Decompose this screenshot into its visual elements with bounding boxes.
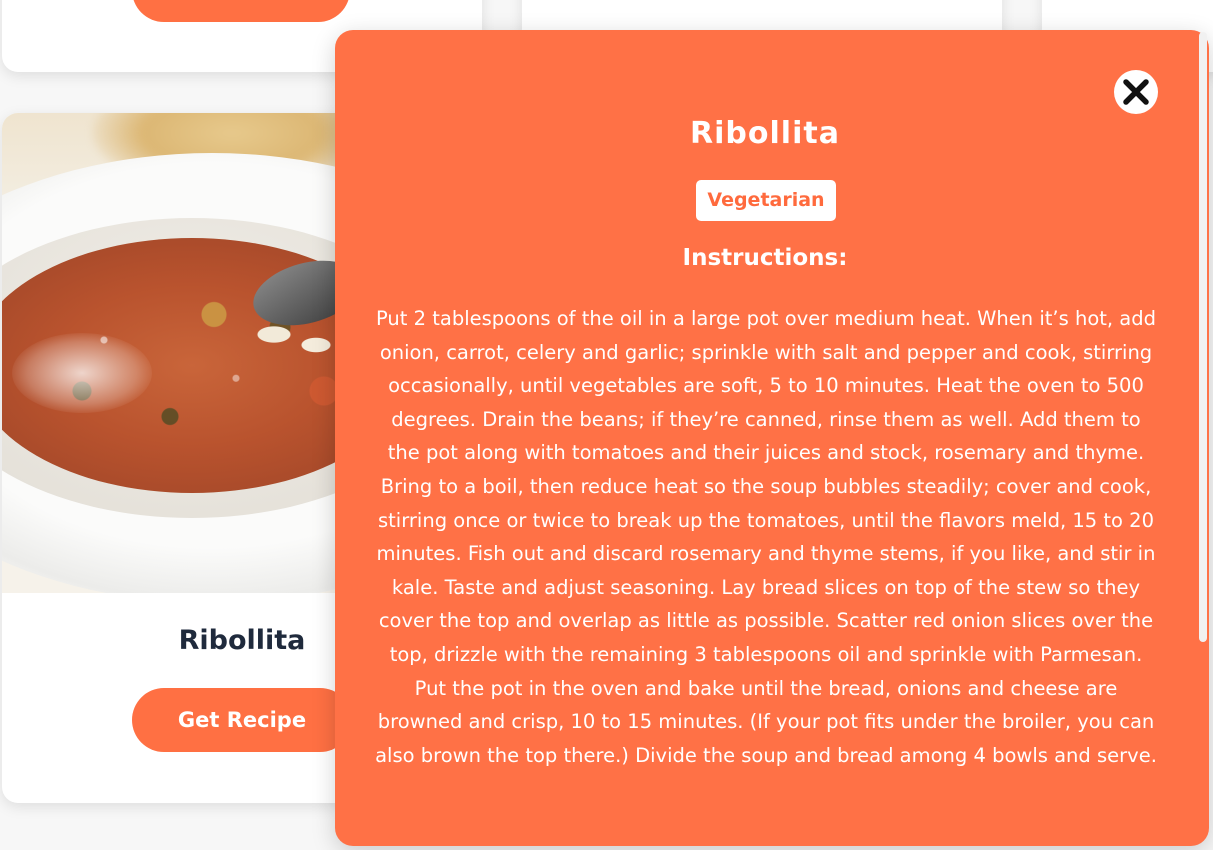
category-badge: Vegetarian [696, 180, 836, 221]
get-recipe-button[interactable]: Get Recipe [132, 688, 352, 752]
instructions-heading: Instructions: [682, 245, 848, 271]
recipe-modal: Ribollita Vegetarian Instructions: Put 2… [335, 30, 1209, 846]
close-icon [1123, 79, 1149, 105]
instructions-text: Put 2 tablespoons of the oil in a large … [375, 307, 1157, 767]
parmesan-topping [12, 333, 152, 413]
scrollbar-thumb[interactable] [1199, 32, 1207, 642]
get-recipe-button-top-left[interactable] [132, 0, 350, 22]
recipe-page: Ribollita Get Recipe Ribollita Vegetaria… [0, 0, 1213, 850]
close-button[interactable] [1114, 70, 1158, 114]
modal-title: Ribollita [690, 116, 840, 151]
modal-scrollbar[interactable] [1196, 30, 1210, 846]
